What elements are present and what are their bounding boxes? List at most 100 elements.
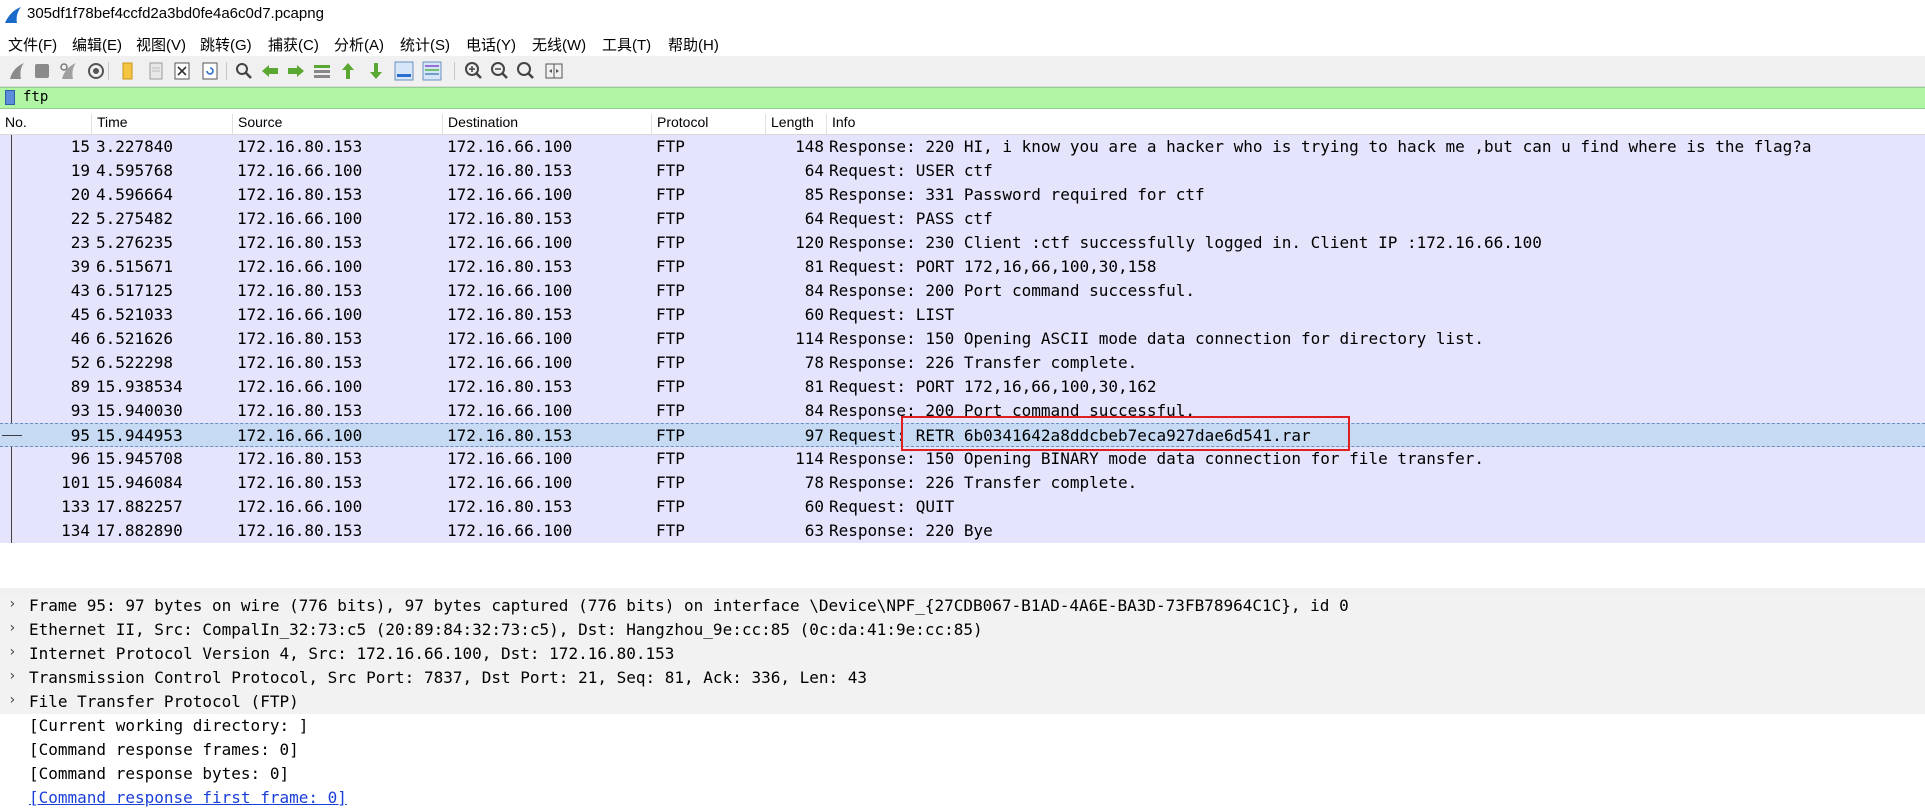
packet-source: 172.16.80.153 xyxy=(237,401,363,420)
packet-row[interactable]: 52 6.522298 172.16.80.153 172.16.66.100 FTP 7… xyxy=(0,351,1925,375)
go-first-icon[interactable] xyxy=(336,59,360,83)
column-header-no[interactable]: No. xyxy=(0,114,92,134)
packet-list[interactable]: No. Time Source Destination Protocol Len… xyxy=(0,110,1925,589)
chevron-right-icon[interactable]: › xyxy=(8,668,16,684)
colorize-icon[interactable] xyxy=(420,59,444,83)
column-header-protocol[interactable]: Protocol xyxy=(652,114,766,134)
column-header-time[interactable]: Time xyxy=(92,114,233,134)
go-last-icon[interactable] xyxy=(364,59,388,83)
bookmark-icon[interactable] xyxy=(5,90,15,105)
capture-options-icon[interactable] xyxy=(84,59,108,83)
menu-item-6[interactable]: 统计(S) xyxy=(400,34,450,55)
menu-item-2[interactable]: 视图(V) xyxy=(136,34,186,55)
packet-row[interactable]: 134 17.882890 172.16.80.153 172.16.66.100 FT… xyxy=(0,519,1925,543)
menu-item-1[interactable]: 编辑(E) xyxy=(72,34,122,55)
menu-item-3[interactable]: 跳转(G) xyxy=(200,34,252,55)
packet-length: 63 xyxy=(804,521,824,540)
packet-protocol: FTP xyxy=(656,426,685,445)
packet-length: 97 xyxy=(804,426,824,445)
detail-text: File Transfer Protocol (FTP) xyxy=(29,692,299,711)
packet-destination: 172.16.66.100 xyxy=(447,233,573,252)
chevron-right-icon[interactable]: › xyxy=(8,644,16,660)
display-filter-input[interactable]: ftp xyxy=(23,89,48,105)
save-file-icon[interactable] xyxy=(144,59,168,83)
packet-destination: 172.16.80.153 xyxy=(447,305,573,324)
go-back-icon[interactable] xyxy=(258,59,282,83)
packet-row[interactable]: 101 15.946084 172.16.80.153 172.16.66.100 FT… xyxy=(0,471,1925,495)
packet-row[interactable]: 89 15.938534 172.16.66.100 172.16.80.153 FTP… xyxy=(0,375,1925,399)
menu-item-4[interactable]: 捕获(C) xyxy=(268,34,319,55)
detail-text[interactable]: [Command response first frame: 0] xyxy=(29,788,347,807)
packet-row[interactable]: 23 5.276235 172.16.80.153 172.16.66.100 FTP 1… xyxy=(0,231,1925,255)
find-packet-icon[interactable] xyxy=(232,59,256,83)
detail-tree-item[interactable]: › Transmission Control Protocol, Src Port… xyxy=(0,666,1925,690)
start-capture-icon[interactable] xyxy=(4,59,28,83)
packet-time: 6.517125 xyxy=(96,281,174,300)
restart-capture-icon[interactable] xyxy=(56,59,80,83)
menu-item-8[interactable]: 无线(W) xyxy=(532,34,586,55)
detail-tree-item[interactable]: › File Transfer Protocol (FTP) xyxy=(0,690,1925,714)
menu-item-9[interactable]: 工具(T) xyxy=(602,34,651,55)
packet-no: 43 xyxy=(70,281,90,300)
zoom-out-icon[interactable] xyxy=(488,59,512,83)
open-file-icon[interactable] xyxy=(116,59,140,83)
menu-item-5[interactable]: 分析(A) xyxy=(334,34,384,55)
packet-row[interactable]: 39 6.515671 172.16.66.100 172.16.80.153 FTP 8… xyxy=(0,255,1925,279)
reload-file-icon[interactable] xyxy=(198,59,222,83)
chevron-right-icon[interactable]: › xyxy=(8,620,16,636)
packet-time: 6.522298 xyxy=(96,353,174,372)
packet-row[interactable]: 46 6.521626 172.16.80.153 172.16.66.100 FTP 1… xyxy=(0,327,1925,351)
detail-tree-item[interactable]: › Internet Protocol Version 4, Src: 172.1… xyxy=(0,642,1925,666)
packet-row[interactable]: 19 4.595768 172.16.66.100 172.16.80.153 FTP 6… xyxy=(0,159,1925,183)
main-toolbar xyxy=(0,56,1925,87)
column-header-length[interactable]: Length xyxy=(766,114,827,134)
column-header-info[interactable]: Info xyxy=(827,114,1227,134)
stop-capture-icon[interactable] xyxy=(30,59,54,83)
packet-row[interactable]: 20 4.596664 172.16.80.153 172.16.66.100 FTP 8… xyxy=(0,183,1925,207)
zoom-in-icon[interactable] xyxy=(462,59,486,83)
autoscroll-icon[interactable] xyxy=(392,59,416,83)
conversation-line xyxy=(11,159,12,183)
chevron-right-icon[interactable]: › xyxy=(8,596,16,612)
menu-item-7[interactable]: 电话(Y) xyxy=(466,34,516,55)
packet-row[interactable]: 43 6.517125 172.16.80.153 172.16.66.100 FTP 8… xyxy=(0,279,1925,303)
menu-item-10[interactable]: 帮助(H) xyxy=(668,34,719,55)
packet-destination: 172.16.66.100 xyxy=(447,185,573,204)
packet-row[interactable]: 15 3.227840 172.16.80.153 172.16.66.100 FTP 1… xyxy=(0,135,1925,159)
detail-field[interactable]: [Current working directory: ] xyxy=(0,714,1925,738)
menu-item-0[interactable]: 文件(F) xyxy=(8,34,57,55)
packet-row[interactable]: 22 5.275482 172.16.66.100 172.16.80.153 FTP 6… xyxy=(0,207,1925,231)
chevron-right-icon[interactable]: › xyxy=(8,692,16,708)
detail-field[interactable]: [Command response bytes: 0] xyxy=(0,762,1925,786)
packet-time: 6.521626 xyxy=(96,329,174,348)
packet-destination: 172.16.66.100 xyxy=(447,281,573,300)
display-filter-bar[interactable]: ftp xyxy=(0,87,1925,109)
column-header-destination[interactable]: Destination xyxy=(443,114,652,134)
detail-tree-item[interactable]: › Ethernet II, Src: CompalIn_32:73:c5 (20… xyxy=(0,618,1925,642)
packet-time: 15.945708 xyxy=(96,449,183,468)
resize-columns-icon[interactable] xyxy=(542,59,566,83)
packet-details[interactable]: › Frame 95: 97 bytes on wire (776 bits), … xyxy=(0,594,1925,810)
packet-info: Request: PORT 172,16,66,100,30,162 xyxy=(829,377,1157,396)
packet-protocol: FTP xyxy=(656,401,685,420)
detail-field[interactable]: [Command response frames: 0] xyxy=(0,738,1925,762)
packet-source: 172.16.80.153 xyxy=(237,185,363,204)
column-header-source[interactable]: Source xyxy=(233,114,443,134)
packet-protocol: FTP xyxy=(656,185,685,204)
packet-source: 172.16.80.153 xyxy=(237,353,363,372)
packet-row[interactable]: 45 6.521033 172.16.66.100 172.16.80.153 FTP 6… xyxy=(0,303,1925,327)
packet-protocol: FTP xyxy=(656,521,685,540)
packet-info: Request: LIST xyxy=(829,305,955,324)
packet-destination: 172.16.80.153 xyxy=(447,377,573,396)
go-to-packet-icon[interactable] xyxy=(310,59,334,83)
packet-row[interactable]: 133 17.882257 172.16.66.100 172.16.80.153 FT… xyxy=(0,495,1925,519)
zoom-normal-icon[interactable] xyxy=(514,59,538,83)
go-forward-icon[interactable] xyxy=(284,59,308,83)
detail-field[interactable]: [Command response first frame: 0] xyxy=(0,786,1925,810)
detail-tree-item[interactable]: › Frame 95: 97 bytes on wire (776 bits), … xyxy=(0,594,1925,618)
packet-protocol: FTP xyxy=(656,137,685,156)
close-file-icon[interactable] xyxy=(170,59,194,83)
packet-no: 133 xyxy=(61,497,90,516)
conversation-line xyxy=(11,135,12,159)
packet-destination: 172.16.66.100 xyxy=(447,353,573,372)
